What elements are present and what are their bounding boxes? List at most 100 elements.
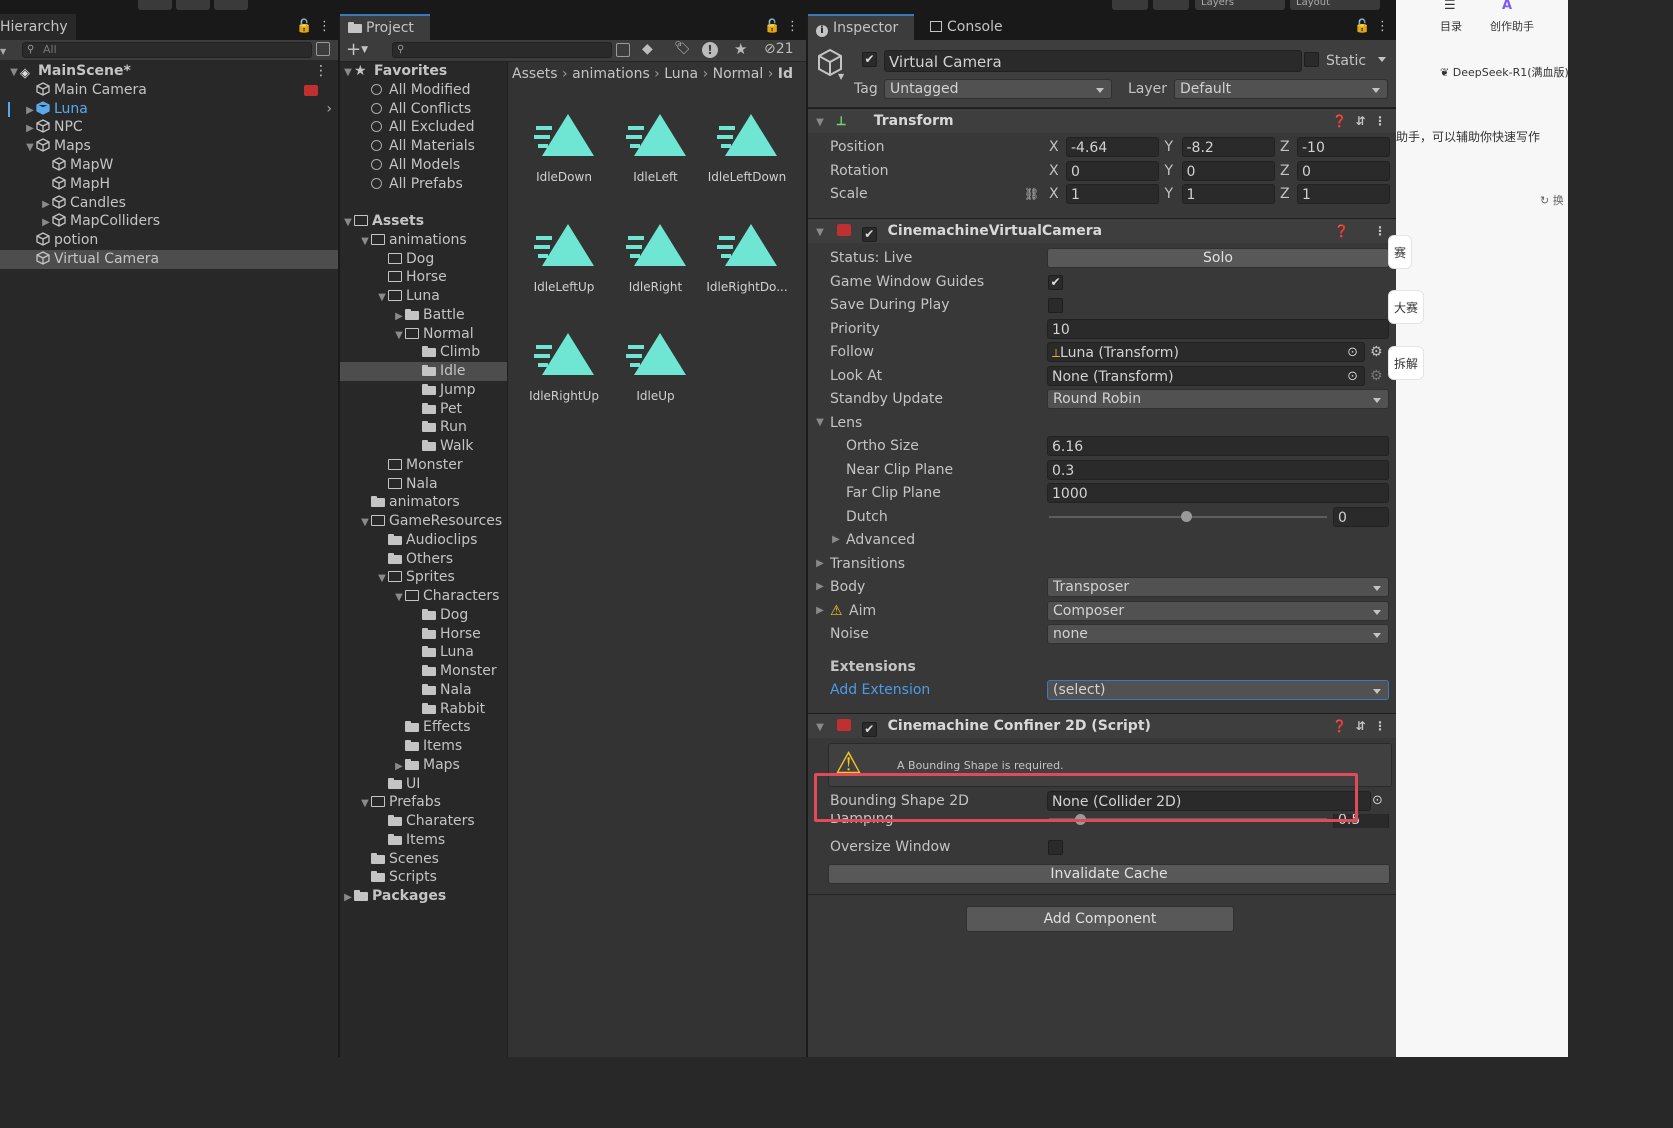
rotation-z-field[interactable]: 0	[1297, 160, 1390, 181]
animation-clip-asset[interactable]: IdleRight	[610, 212, 702, 312]
refresh-button[interactable]: ↻ 换	[1540, 192, 1564, 208]
project-folder-item[interactable]: Items	[340, 737, 507, 756]
favorite-search-item[interactable]: All Conflicts	[340, 100, 507, 119]
dutch-slider-handle[interactable]	[1181, 511, 1192, 522]
aim-label[interactable]: Aim	[849, 600, 876, 622]
favorite-search-item[interactable]: All Materials	[340, 137, 507, 156]
log-filter-icon[interactable]: !	[702, 42, 718, 58]
add-extension-dropdown[interactable]: (select)	[1047, 680, 1389, 700]
tab-hierarchy[interactable]: Hierarchy	[0, 14, 76, 40]
foldout-arrow-icon[interactable]: ▼	[24, 138, 36, 157]
hidden-packages-toggle[interactable]: ⊘21	[764, 41, 794, 57]
foldout-arrow-icon[interactable]: ▶	[814, 600, 826, 622]
preset-icon[interactable]: ⇵	[1356, 719, 1366, 733]
axis-y-label[interactable]: Y	[1165, 136, 1174, 158]
animation-clip-asset[interactable]: IdleLeftDown	[701, 102, 793, 202]
static-dropdown-icon[interactable]	[1378, 57, 1386, 62]
suggestion-chip[interactable]: 拆解	[1388, 346, 1425, 380]
position-z-field[interactable]: -10	[1297, 137, 1390, 157]
scene-search-icon[interactable]	[316, 42, 330, 56]
project-folder-item[interactable]: ▼ Assets	[340, 212, 507, 231]
near-clip-field[interactable]: 0.3	[1047, 460, 1389, 480]
project-folder-item[interactable]: Charaters	[340, 812, 507, 831]
project-folder-item[interactable]: ▼ Prefabs	[340, 793, 507, 812]
add-component-button[interactable]: Add Component	[966, 906, 1234, 932]
search-scope-icon[interactable]	[616, 43, 630, 57]
follow-field[interactable]: ⟂Luna (Transform) ⊙	[1047, 342, 1365, 362]
axis-y-label[interactable]: Y	[1165, 183, 1174, 205]
project-folder-item[interactable]: Monster	[340, 456, 507, 475]
save-during-play-checkbox[interactable]	[1048, 298, 1063, 313]
breadcrumb-item[interactable]: Assets	[512, 66, 558, 82]
hierarchy-item[interactable]: ▶ MapColliders	[0, 212, 338, 231]
noise-dropdown[interactable]: none	[1047, 624, 1389, 644]
project-folder-item[interactable]: Walk	[340, 437, 507, 456]
tab-console[interactable]: Console	[922, 14, 1011, 40]
position-y-field[interactable]: -8.2	[1181, 137, 1275, 157]
transform-header[interactable]: ▼ ⟂ Transform ❓ ⇵ ⋮	[808, 108, 1396, 133]
solo-button[interactable]: Solo	[1047, 248, 1389, 268]
project-folder-item[interactable]: Monster	[340, 662, 507, 681]
hierarchy-item[interactable]: potion	[0, 231, 338, 250]
project-folder-item[interactable]: Pet	[340, 400, 507, 419]
guides-checkbox[interactable]: ✔	[1048, 275, 1063, 290]
kebab-menu-icon[interactable]: ⋮	[786, 14, 799, 40]
kebab-menu-icon[interactable]: ⋮	[1376, 14, 1389, 40]
toc-label[interactable]: 目录	[1440, 18, 1462, 34]
foldout-arrow-icon[interactable]: ▼	[393, 326, 405, 345]
project-folder-item[interactable]: Idle	[340, 362, 507, 381]
foldout-arrow-icon[interactable]: ▼	[376, 569, 388, 588]
component-menu-icons[interactable]: ❓ ⇵ ⋮	[1332, 109, 1386, 134]
position-x-field[interactable]: -4.64	[1066, 137, 1159, 157]
foldout-arrow-icon[interactable]: ▶	[40, 213, 52, 232]
project-folder-item[interactable]: ▶ Battle	[340, 306, 507, 325]
hierarchy-item[interactable]: Main Camera	[0, 81, 338, 100]
vcam-enabled-checkbox[interactable]: ✔	[861, 227, 877, 242]
vcam-header[interactable]: ▼ ✔ CinemachineVirtualCamera ❓ ⋮	[808, 218, 1396, 243]
tab-project[interactable]: Project	[340, 14, 430, 40]
component-menu-icons[interactable]: ❓ ⇵ ⋮	[1332, 714, 1386, 739]
model-label[interactable]: ❦ DeepSeek-R1(满血版)	[1440, 64, 1569, 80]
animation-clip-asset[interactable]: IdleLeft	[610, 102, 702, 202]
foldout-arrow-icon[interactable]: ▶	[814, 553, 826, 575]
project-folder-item[interactable]: Jump	[340, 381, 507, 400]
type-filter-icon[interactable]: ◆	[642, 41, 653, 57]
project-folder-item[interactable]: Scripts	[340, 868, 507, 887]
ortho-size-field[interactable]: 6.16	[1047, 436, 1389, 456]
project-folder-item[interactable]: Dog	[340, 250, 507, 269]
invalidate-cache-button[interactable]: Invalidate Cache	[828, 864, 1390, 884]
scale-z-field[interactable]: 1	[1297, 184, 1390, 204]
project-folder-item[interactable]: Nala	[340, 681, 507, 700]
project-folder-item[interactable]: ▶ Packages	[340, 887, 507, 906]
breadcrumb-item[interactable]: animations	[572, 66, 650, 82]
foldout-arrow-icon[interactable]: ▼	[342, 213, 354, 232]
toc-icon[interactable]: ☰	[1444, 0, 1456, 13]
chevron-right-icon[interactable]: ›	[326, 100, 332, 119]
breadcrumb-item[interactable]: Normal	[713, 66, 764, 82]
body-label[interactable]: Body	[830, 576, 865, 598]
kebab-menu-icon[interactable]: ⋮	[1374, 224, 1386, 238]
confiner-enabled-checkbox[interactable]: ✔	[861, 722, 877, 737]
project-folder-item[interactable]: Items	[340, 831, 507, 850]
foldout-arrow-icon[interactable]: ▶	[393, 307, 405, 326]
foldout-arrow-icon[interactable]: ▼	[814, 110, 826, 135]
favorite-search-item[interactable]: All Excluded	[340, 118, 507, 137]
project-folder-item[interactable]: ▼ ★ Favorites	[340, 62, 507, 81]
axis-z-label[interactable]: Z	[1280, 160, 1290, 182]
scale-x-field[interactable]: 1	[1066, 184, 1159, 204]
project-folder-item[interactable]: Run	[340, 418, 507, 437]
look-at-field[interactable]: None (Transform) ⊙	[1047, 366, 1365, 386]
breadcrumb-item[interactable]: Luna	[664, 66, 698, 82]
project-folder-item[interactable]: Horse	[340, 268, 507, 287]
project-folder-item[interactable]: Rabbit	[340, 700, 507, 719]
oversize-window-checkbox[interactable]	[1048, 840, 1063, 855]
animation-clip-asset[interactable]: IdleRightUp	[518, 321, 610, 421]
axis-x-label[interactable]: X	[1049, 160, 1059, 182]
kebab-menu-icon[interactable]: ⋮	[1374, 719, 1386, 733]
tab-inspector[interactable]: i Inspector	[808, 14, 914, 40]
link-constrain-icon[interactable]: ⛓	[1024, 183, 1039, 205]
project-folder-item[interactable]: ▼ animations	[340, 231, 507, 250]
project-folder-item[interactable]: Luna	[340, 643, 507, 662]
layout-dropdown[interactable]: Layout	[1290, 0, 1380, 10]
help-icon[interactable]: ❓	[1332, 719, 1347, 733]
